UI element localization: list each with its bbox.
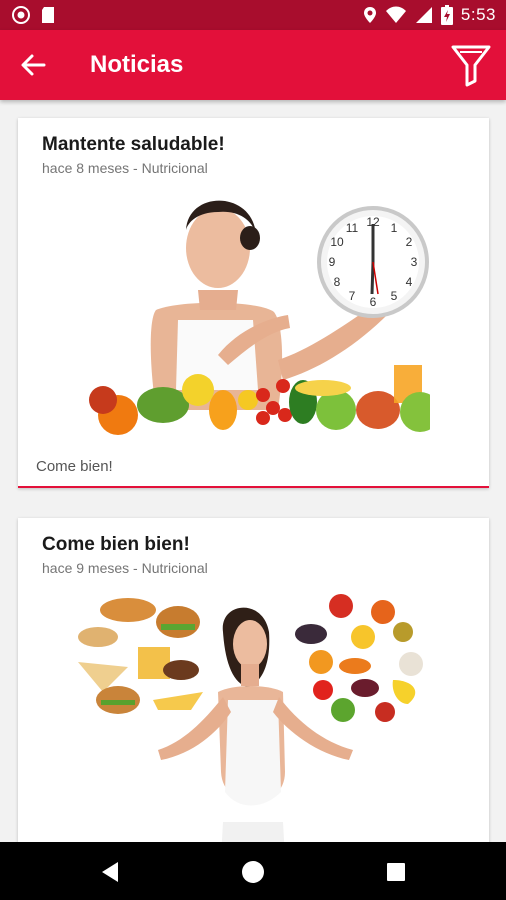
app-bar: Noticias xyxy=(0,30,506,100)
svg-text:3: 3 xyxy=(411,255,418,269)
nav-back-button[interactable] xyxy=(98,859,124,885)
news-category: Nutricional xyxy=(141,560,208,576)
sd-card-icon xyxy=(42,7,54,23)
news-image: 12 12 345 678 91011 xyxy=(89,200,430,435)
news-time: hace 9 meses - xyxy=(42,560,138,576)
news-title: Come bien bien! xyxy=(42,534,190,555)
svg-text:1: 1 xyxy=(391,221,398,235)
back-button[interactable] xyxy=(18,51,48,79)
healthy-food-image xyxy=(295,594,423,722)
svg-text:7: 7 xyxy=(349,289,356,303)
signal-icon xyxy=(415,7,432,23)
recents-square-icon xyxy=(387,863,405,881)
arrow-left-icon xyxy=(21,54,46,76)
svg-text:5: 5 xyxy=(391,289,398,303)
status-bar: 5:53 xyxy=(0,0,506,30)
news-time: hace 8 meses - xyxy=(42,160,138,176)
svg-text:12: 12 xyxy=(366,215,380,229)
clock: 5:53 xyxy=(460,5,496,24)
svg-text:8: 8 xyxy=(334,275,341,289)
news-body: Come bien! xyxy=(36,458,113,475)
nav-home-button[interactable] xyxy=(240,859,266,885)
news-meta: hace 9 meses - Nutricional xyxy=(42,560,208,576)
home-circle-icon xyxy=(242,861,264,883)
nav-recents-button[interactable] xyxy=(383,859,409,885)
junk-food-image xyxy=(78,598,203,714)
news-meta: hace 8 meses - Nutricional xyxy=(42,160,208,176)
wifi-icon xyxy=(385,6,406,23)
battery-icon xyxy=(440,5,453,25)
news-title: Mantente saludable! xyxy=(42,134,225,155)
page-title: Noticias xyxy=(90,51,184,78)
news-card[interactable]: Mantente saludable! hace 8 meses - Nutri… xyxy=(18,118,489,488)
svg-text:9: 9 xyxy=(329,255,336,269)
location-icon xyxy=(363,7,376,23)
svg-text:10: 10 xyxy=(330,235,344,249)
filter-icon xyxy=(451,45,491,87)
notification-icon xyxy=(12,6,30,24)
svg-text:11: 11 xyxy=(346,221,359,235)
svg-text:4: 4 xyxy=(406,275,413,289)
news-category: Nutricional xyxy=(141,160,208,176)
system-navigation-bar xyxy=(0,842,506,900)
svg-text:6: 6 xyxy=(370,295,377,309)
woman-figure xyxy=(158,607,353,842)
filter-button[interactable] xyxy=(450,43,492,87)
back-triangle-icon xyxy=(102,862,118,882)
news-card[interactable]: Come bien bien! hace 9 meses - Nutricion… xyxy=(18,518,489,842)
news-list[interactable]: Mantente saludable! hace 8 meses - Nutri… xyxy=(0,100,506,842)
svg-text:2: 2 xyxy=(406,235,413,249)
news-image xyxy=(78,594,423,842)
